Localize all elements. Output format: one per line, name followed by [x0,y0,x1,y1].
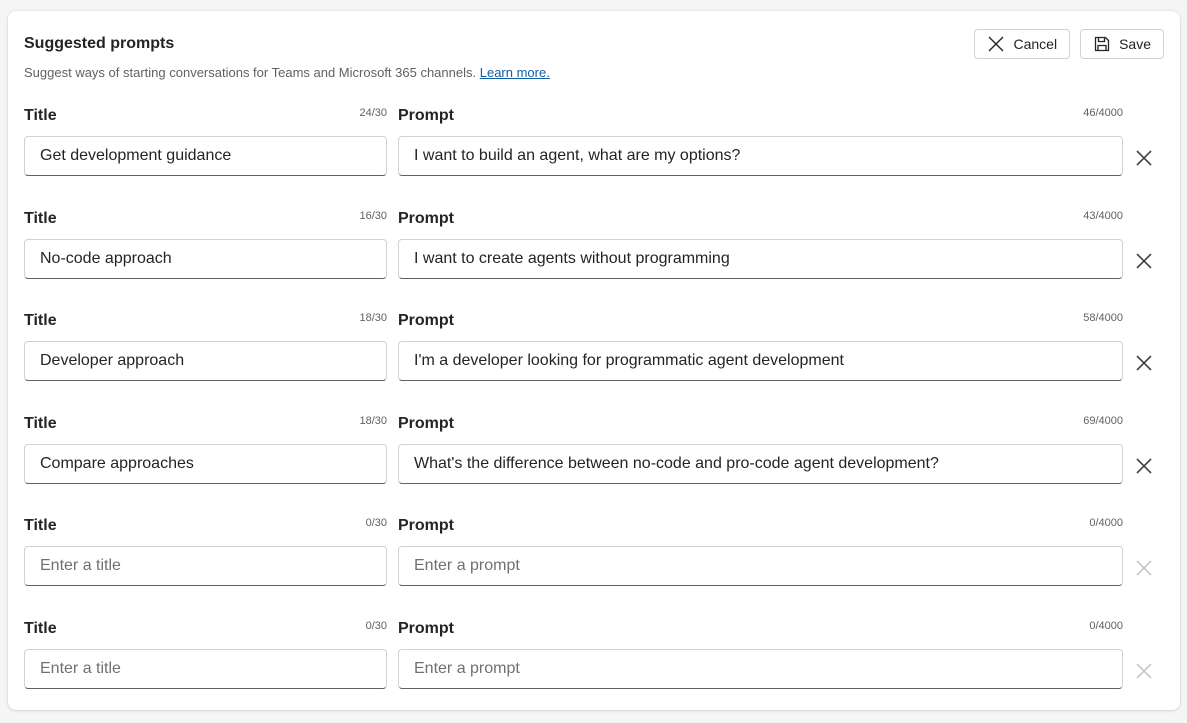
title-field [24,238,387,279]
title-field [24,136,387,176]
prompt-row: Title 18/30 Prompt 58/4000 [24,312,1164,415]
prompt-char-count: 0/4000 [1089,517,1123,530]
close-icon [1136,560,1152,576]
title-char-count: 16/30 [359,209,387,222]
prompt-list: Title 24/30 Prompt 46/4000 Title 16/30 P… [24,107,1164,723]
title-char-count: 24/30 [359,107,387,119]
prompt-input[interactable] [414,557,1107,576]
prompt-label: Prompt [398,107,454,124]
prompt-row: Title 16/30 Prompt 43/4000 [24,210,1164,313]
title-char-count: 18/30 [359,414,387,427]
prompt-input[interactable] [414,147,1107,165]
prompt-char-count: 58/4000 [1083,312,1123,325]
prompt-row: Title 0/30 Prompt 0/4000 [24,620,1164,723]
title-field [24,341,387,382]
prompt-label: Prompt [398,209,454,227]
prompt-field [398,443,1123,484]
title-char-count: 18/30 [359,312,387,325]
learn-more-link[interactable]: Learn more. [480,65,550,80]
prompt-row: Title 0/30 Prompt 0/4000 [24,517,1164,620]
prompt-field [398,238,1123,279]
remove-prompt-button[interactable] [1132,556,1156,580]
close-icon [987,35,1005,53]
save-button[interactable]: Save [1080,29,1164,59]
close-icon [1136,458,1152,474]
prompt-field [398,341,1123,382]
prompt-row: Title 24/30 Prompt 46/4000 [24,107,1164,210]
prompt-label: Prompt [398,312,454,330]
prompt-field [398,136,1123,176]
remove-prompt-button[interactable] [1132,659,1156,683]
panel-title: Suggested prompts [24,35,175,52]
prompt-label: Prompt [398,517,454,535]
close-icon [1136,355,1152,371]
save-label: Save [1119,36,1151,52]
title-input[interactable] [40,557,371,576]
prompt-char-count: 46/4000 [1083,107,1123,119]
title-input[interactable] [40,147,371,165]
prompt-input[interactable] [414,249,1107,268]
title-char-count: 0/30 [365,517,387,530]
title-field [24,546,387,587]
title-label: Title [24,312,57,330]
title-label: Title [24,414,57,432]
title-input[interactable] [40,659,371,678]
close-icon [1136,253,1152,269]
prompt-row: Title 18/30 Prompt 69/4000 [24,415,1164,518]
prompt-input[interactable] [414,352,1107,371]
remove-prompt-button[interactable] [1132,249,1156,273]
title-field [24,443,387,484]
description-text: Suggest ways of starting conversations f… [24,65,477,80]
prompt-input[interactable] [414,454,1107,473]
title-field [24,648,387,689]
title-label: Title [24,517,57,535]
title-label: Title [24,209,57,227]
prompt-label: Prompt [398,414,454,432]
prompt-label: Prompt [398,619,454,637]
remove-prompt-button[interactable] [1132,351,1156,375]
title-input[interactable] [40,249,371,268]
header-actions: Cancel Save [974,29,1164,59]
title-label: Title [24,107,57,124]
title-label: Title [24,619,57,637]
prompt-input[interactable] [414,659,1107,678]
title-char-count: 0/30 [365,619,387,632]
cancel-label: Cancel [1013,36,1058,52]
prompt-char-count: 43/4000 [1083,209,1123,222]
close-icon [1136,150,1152,166]
cancel-button[interactable]: Cancel [974,29,1071,59]
remove-prompt-button[interactable] [1132,146,1156,170]
prompt-char-count: 69/4000 [1083,414,1123,427]
prompt-char-count: 0/4000 [1089,619,1123,632]
panel-description: Suggest ways of starting conversations f… [24,65,550,80]
title-input[interactable] [40,352,371,371]
suggested-prompts-panel: Suggested prompts Suggest ways of starti… [8,11,1180,710]
title-input[interactable] [40,454,371,473]
prompt-field [398,546,1123,587]
prompt-field [398,648,1123,689]
close-icon [1136,663,1152,679]
save-icon [1093,35,1111,53]
remove-prompt-button[interactable] [1132,454,1156,478]
